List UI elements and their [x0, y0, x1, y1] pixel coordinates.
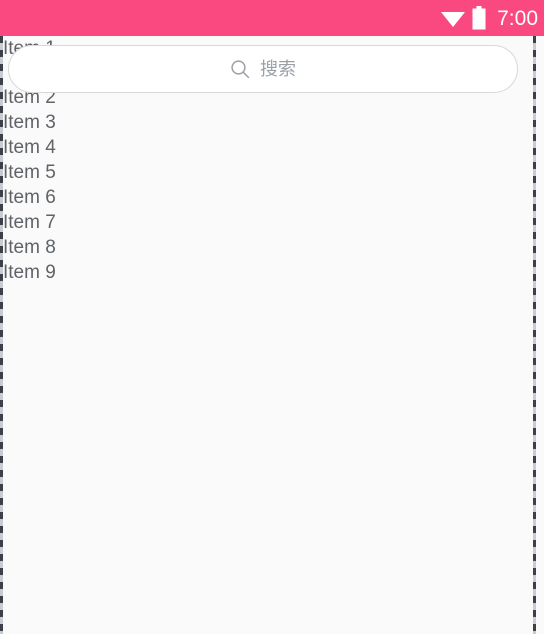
status-bar-icons: 7:00: [440, 6, 538, 30]
search-bar[interactable]: 搜索: [8, 45, 518, 93]
list-item[interactable]: Item 6: [3, 185, 533, 210]
battery-full-icon: [472, 6, 486, 30]
content-area: Item 1 Item 2 Item 3 Item 4 Item 5 Item …: [0, 36, 544, 634]
status-bar: 7:00: [0, 0, 544, 36]
item-list[interactable]: Item 1 Item 2 Item 3 Item 4 Item 5 Item …: [3, 36, 533, 634]
list-item[interactable]: Item 7: [3, 210, 533, 235]
search-icon: [230, 59, 250, 79]
status-bar-clock: 7:00: [497, 6, 538, 30]
list-item[interactable]: Item 8: [3, 235, 533, 260]
list-item[interactable]: Item 4: [3, 135, 533, 160]
search-input[interactable]: 搜索: [260, 60, 296, 78]
app-screen: 7:00 Item 1 Item 2 Item 3 Item 4 Item 5 …: [0, 0, 544, 634]
list-item[interactable]: Item 3: [3, 110, 533, 135]
wifi-icon: [440, 8, 466, 28]
list-item[interactable]: Item 5: [3, 160, 533, 185]
list-item[interactable]: Item 9: [3, 260, 533, 285]
layout-rail-right: [533, 36, 536, 634]
